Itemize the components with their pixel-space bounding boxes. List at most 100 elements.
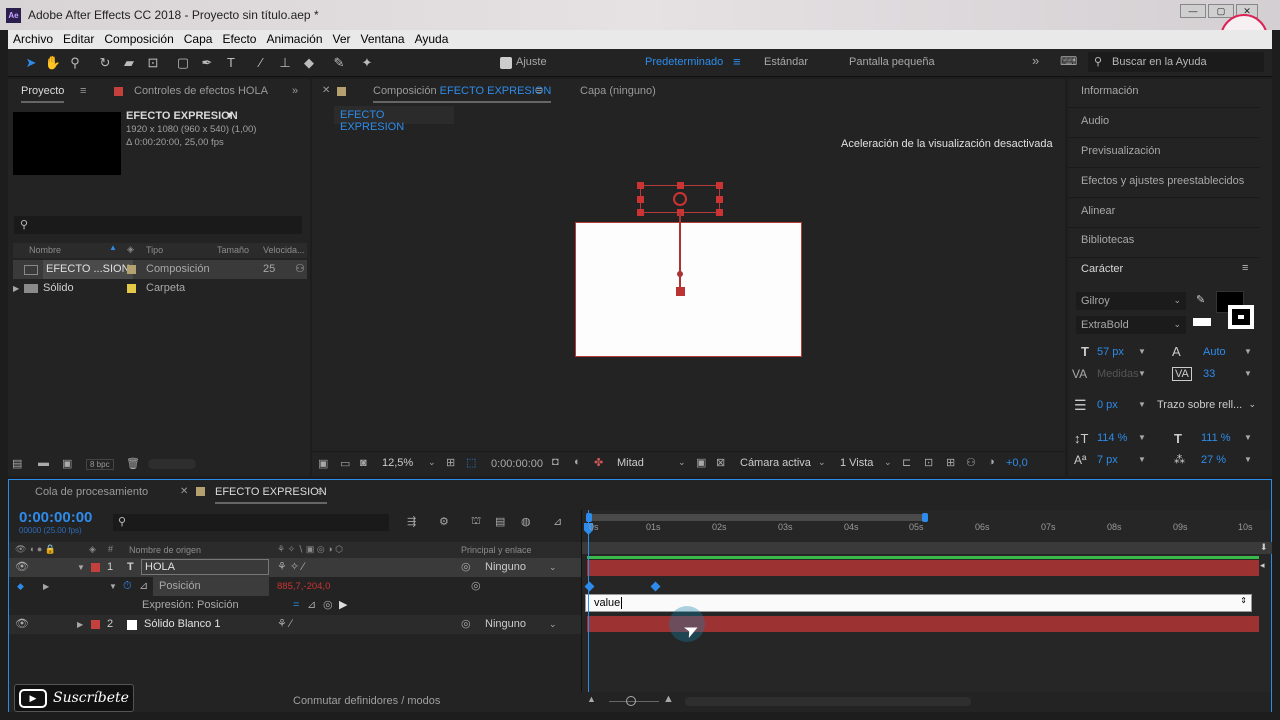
transform-handle[interactable] (716, 209, 723, 216)
next-keyframe-icon[interactable]: ▶ (43, 577, 49, 596)
exposure-value[interactable]: +0,0 (1006, 457, 1028, 469)
toggle-pixel-aspect-icon[interactable]: ⊏ (902, 456, 911, 469)
keyframe-nav-icon[interactable]: ◆ (17, 577, 24, 596)
panel-info[interactable]: Información (1068, 79, 1260, 108)
resolution-value[interactable]: Mitad (617, 457, 644, 469)
stroke-mode-select[interactable]: Trazo sobre rell... ⌄ (1153, 397, 1259, 414)
always-preview-icon[interactable]: ▣ (318, 457, 328, 470)
tab-composicion[interactable]: Composición EFECTO EXPRESION (373, 79, 552, 103)
layer-name[interactable]: Sólido Blanco 1 (144, 615, 220, 634)
character-menu-icon[interactable]: ≡ (1242, 262, 1248, 274)
rotate-tool-icon[interactable]: ↻ (96, 54, 114, 72)
stroke-color-swatch[interactable] (1228, 305, 1254, 329)
col-source-name[interactable]: Nombre de origen (129, 545, 201, 555)
layer-name[interactable]: HOLA (141, 559, 269, 575)
visibility-eye-icon[interactable]: 👁 (15, 615, 29, 634)
zoom-in-icon[interactable]: ▲ (663, 693, 674, 705)
interpret-footage-icon[interactable]: ▤ (12, 457, 22, 470)
chevron-down-icon[interactable]: ▼ (1138, 433, 1146, 442)
transform-handle[interactable] (637, 196, 644, 203)
views-value[interactable]: 1 Vista (840, 457, 873, 469)
pickwhip-icon[interactable]: ◎ (461, 615, 471, 634)
hand-tool-icon[interactable]: ✋ (44, 54, 62, 72)
comp-canvas-solid[interactable] (575, 222, 802, 357)
brush-tool-icon[interactable]: ∕ (252, 54, 270, 72)
chevron-down-icon[interactable]: ⌄ (549, 615, 557, 634)
comp-mini-flowchart-icon[interactable]: ⇶ (407, 515, 416, 528)
timeline-timecode[interactable]: 0:00:00:00 (19, 509, 92, 526)
new-folder-icon[interactable]: ▬ (38, 457, 49, 469)
project-item-comp[interactable]: EFECTO ...SION Composición 25 ⚇ (13, 260, 307, 279)
timeline-search-input[interactable]: ⚲ (113, 514, 389, 531)
col-parent[interactable]: Principal y enlace (461, 545, 532, 555)
font-size-value[interactable]: 57 px (1097, 346, 1124, 358)
transform-handle[interactable] (677, 182, 684, 189)
tracking-value[interactable]: 33 (1203, 368, 1215, 380)
menu-ver[interactable]: Ver (328, 30, 356, 46)
col-nombre[interactable]: Nombre (29, 245, 61, 255)
menu-archivo[interactable]: Archivo (8, 30, 58, 46)
property-row-position[interactable]: ◆ ▶ ▼ ⏱ ⊿ Posición 885,7,-204,0 ◎ (9, 577, 581, 596)
camera-value[interactable]: Cámara activa (740, 457, 811, 469)
anchor-point-icon[interactable] (673, 192, 687, 206)
graph-icon[interactable]: ⊿ (139, 577, 148, 596)
views-dropdown-icon[interactable]: ⌄ (884, 457, 892, 468)
parent-select[interactable]: Ninguno (485, 558, 526, 577)
position-value[interactable]: 885,7,-204,0 (277, 577, 330, 596)
chevron-down-icon[interactable]: ▼ (1138, 369, 1146, 378)
kerning-value[interactable]: Medidas (1097, 368, 1139, 380)
clone-stamp-tool-icon[interactable]: ⊥ (276, 54, 294, 72)
chevron-down-icon[interactable]: ▼ (1138, 400, 1146, 409)
layer-1-duration-bar[interactable] (587, 560, 1259, 576)
maximize-button[interactable]: ▢ (1208, 4, 1234, 18)
transform-handle[interactable] (716, 196, 723, 203)
zoom-dropdown-icon[interactable]: ⌄ (428, 457, 436, 468)
transparency-grid-icon[interactable]: ⊠ (716, 456, 725, 469)
expand-arrow-icon[interactable]: ▶ (77, 615, 83, 634)
position-keyframe-marker[interactable] (676, 287, 685, 296)
menu-capa[interactable]: Capa (179, 30, 218, 46)
menu-animacion[interactable]: Animación (261, 30, 327, 46)
workspace-predeterminado[interactable]: Predeterminado (645, 56, 723, 68)
layer-label-swatch[interactable] (91, 620, 100, 629)
show-snapshot-icon[interactable]: ◐ (574, 456, 581, 468)
motion-blur-icon[interactable]: ◍ (521, 515, 531, 528)
tab-capa[interactable]: Capa (ninguno) (580, 79, 656, 103)
graph-editor-icon[interactable]: ⊿ (553, 515, 562, 528)
monitor-icon[interactable]: ▭ (340, 457, 350, 470)
rectangle-tool-icon[interactable]: ▢ (174, 54, 192, 72)
layer-switch-icons[interactable]: ⚘ ✧ ∕ (277, 558, 304, 577)
expand-arrow-icon[interactable]: ▶ (13, 279, 19, 298)
subscribe-overlay[interactable]: ▶ Suscríbete (14, 684, 134, 712)
timeline-menu-icon[interactable]: ≡ (316, 480, 322, 504)
col-tamano[interactable]: Tamaño (217, 245, 249, 255)
eraser-tool-icon[interactable]: ◆ (300, 54, 318, 72)
panel-overflow-icon[interactable]: » (292, 79, 298, 103)
close-tab-icon[interactable]: ✕ (322, 79, 330, 103)
pickwhip-icon[interactable]: ◎ (461, 558, 471, 577)
camera-dropdown-icon[interactable]: ⌄ (818, 457, 826, 468)
channels-icon[interactable]: ✤ (594, 456, 603, 469)
set-black-white-icon[interactable] (1193, 318, 1211, 326)
playhead-line[interactable] (588, 510, 589, 692)
expression-graph-icon[interactable]: ⊿ (307, 596, 316, 615)
layer-switch-icons[interactable]: ⚘ ∕ (277, 615, 292, 634)
layer-label-swatch[interactable] (91, 563, 100, 572)
tab-controles-efectos[interactable]: Controles de efectos HOLA (134, 79, 268, 103)
menu-ventana[interactable]: Ventana (356, 30, 410, 46)
flowchart-icon[interactable]: ⚇ (295, 260, 305, 279)
ajuste-checkbox[interactable] (500, 57, 512, 69)
stopwatch-icon[interactable]: ⏱ (123, 577, 132, 596)
draft-3d-icon[interactable]: ⚙ (439, 515, 449, 528)
leading-value[interactable]: Auto (1203, 346, 1226, 358)
timeline-icon[interactable]: ⊞ (946, 456, 955, 469)
expression-language-menu-icon[interactable]: ▶ (339, 596, 347, 615)
expression-resize-icon[interactable]: ⇕ (1240, 596, 1247, 605)
tab-proyecto[interactable]: Proyecto (21, 79, 65, 103)
tsume-value[interactable]: 27 % (1201, 454, 1226, 466)
keyframe-diamond[interactable] (650, 581, 661, 592)
bpc-button[interactable]: 8 bpc (86, 459, 114, 470)
motion-path-vertex[interactable] (677, 271, 683, 277)
roto-brush-tool-icon[interactable]: ✎ (330, 54, 348, 72)
pen-tool-icon[interactable]: ✒ (198, 54, 216, 72)
